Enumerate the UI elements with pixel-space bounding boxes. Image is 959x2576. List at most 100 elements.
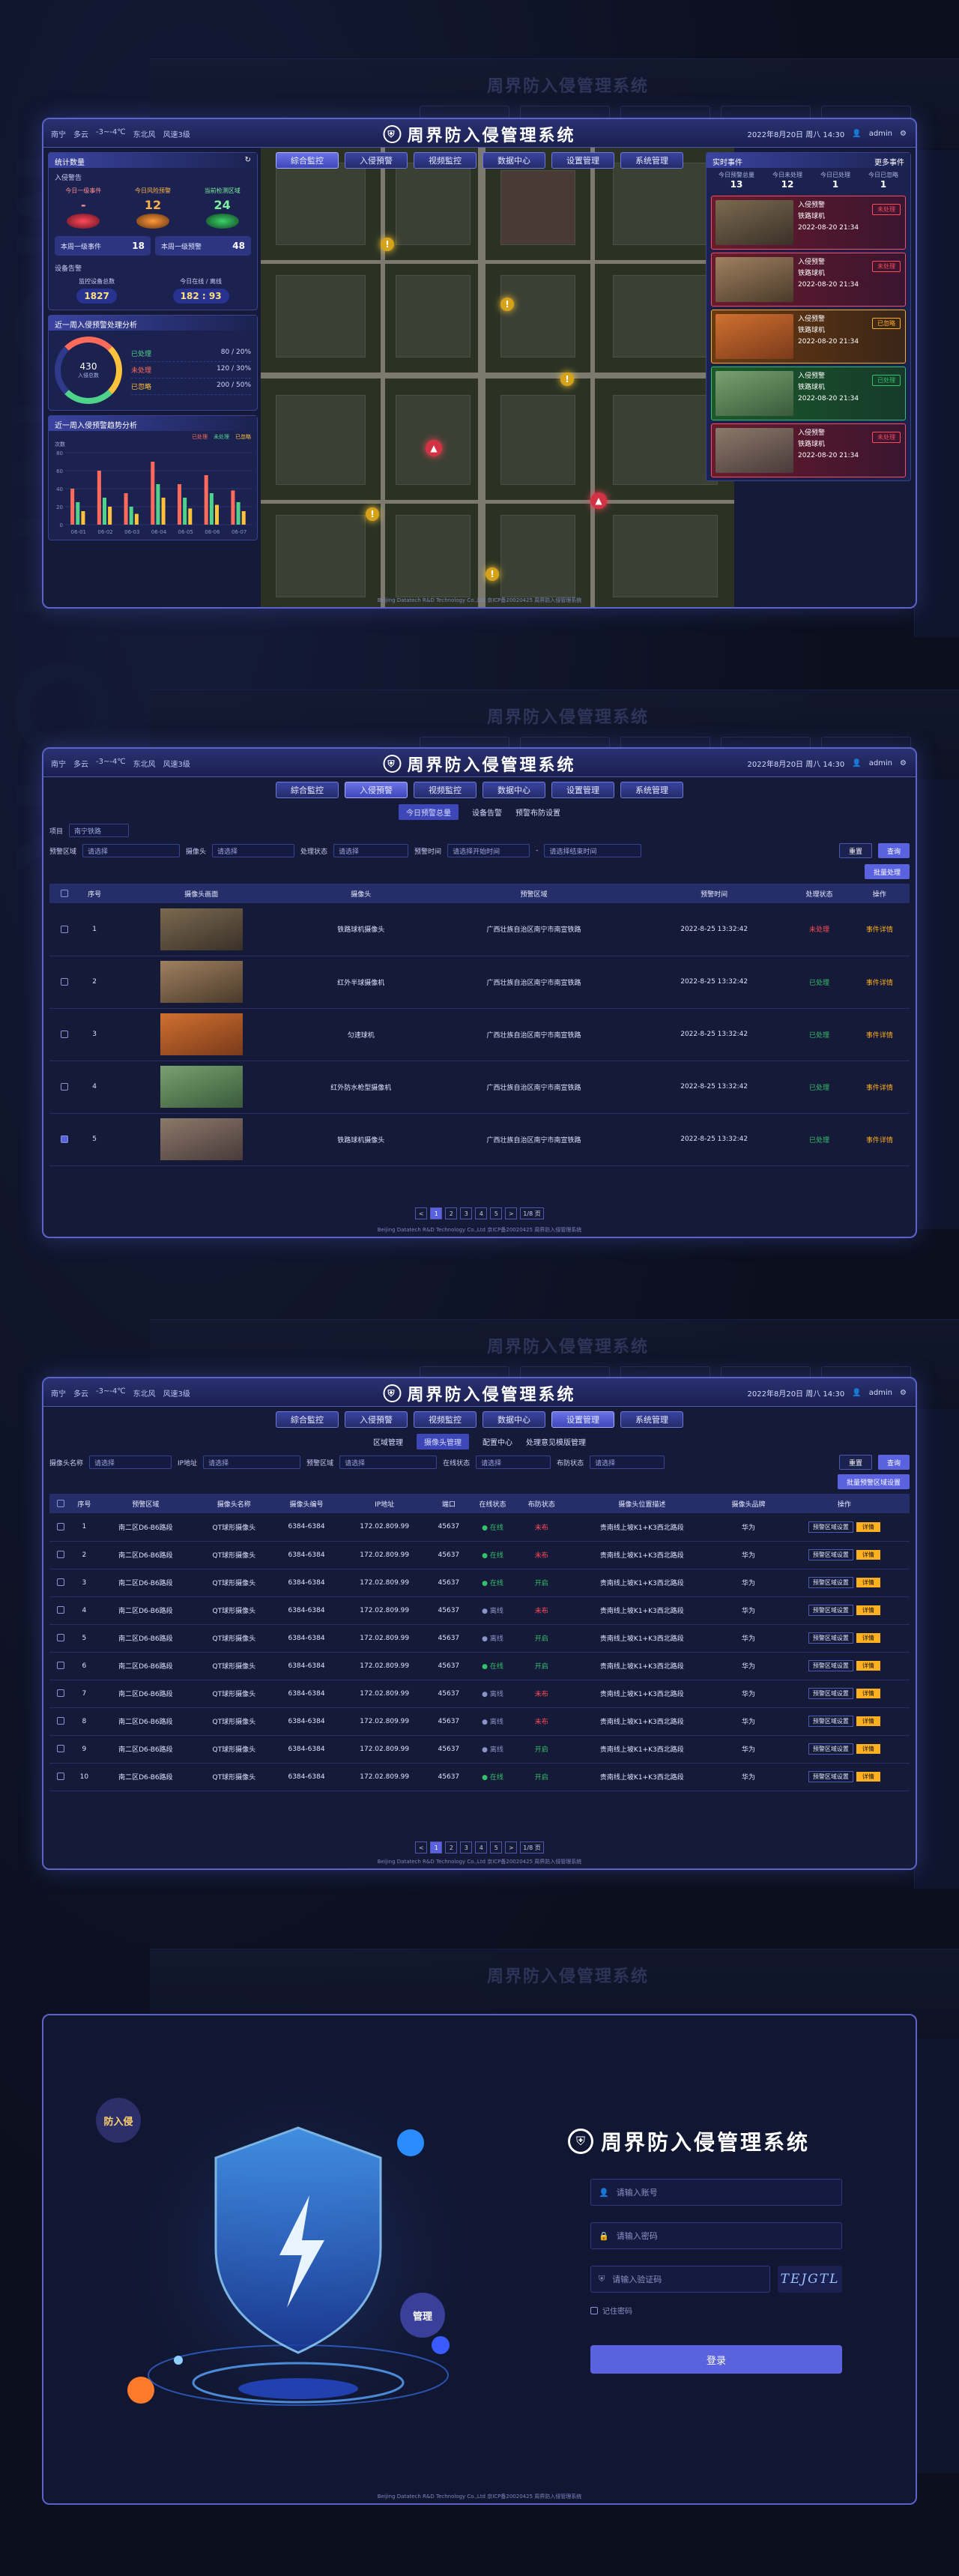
nav-intrusion[interactable]: 入侵預警 <box>345 1411 408 1428</box>
page-item[interactable]: 1 <box>430 1841 443 1853</box>
page-item[interactable]: 2 <box>445 1207 458 1219</box>
ip-select[interactable]: 请选择 <box>203 1456 301 1469</box>
area-setting-button[interactable]: 预警区域设置 <box>808 1549 853 1560</box>
alarm-area[interactable]: 当前检测区域 24 <box>205 187 240 229</box>
detail-button[interactable]: 详情 <box>856 1689 880 1698</box>
user-name[interactable]: admin <box>869 759 892 767</box>
row-checkbox[interactable] <box>61 925 68 933</box>
camera-pin-icon[interactable]: ! <box>485 567 499 581</box>
nav-settings[interactable]: 设置管理 <box>551 152 614 169</box>
camera-thumbnail[interactable] <box>160 1013 243 1055</box>
nav-video[interactable]: 视频監控 <box>414 152 477 169</box>
remember-checkbox[interactable] <box>590 2306 598 2314</box>
row-checkbox[interactable] <box>57 1551 64 1559</box>
tab-camera[interactable]: 摄像头管理 <box>417 1433 469 1450</box>
status-select[interactable]: 请选择 <box>333 844 409 857</box>
page-item[interactable]: 5 <box>490 1841 503 1853</box>
page-item[interactable]: 5 <box>490 1207 503 1219</box>
camera-thumbnail[interactable] <box>160 1118 243 1160</box>
area-setting-button[interactable]: 预警区域设置 <box>808 1660 853 1671</box>
query-button[interactable]: 查询 <box>877 1455 910 1470</box>
nav-overview[interactable]: 綜合監控 <box>276 152 339 169</box>
detail-button[interactable]: 详情 <box>856 1716 880 1726</box>
login-button[interactable]: 登录 <box>590 2345 842 2374</box>
camera-pin-icon[interactable]: ! <box>560 372 574 386</box>
event-detail-link[interactable]: 事件详情 <box>849 1113 910 1166</box>
row-checkbox[interactable] <box>57 1689 64 1698</box>
captcha-input[interactable]: ⛨ 请输入验证码 <box>590 2266 770 2293</box>
nav-data[interactable]: 数据中心 <box>482 782 545 798</box>
event-card[interactable]: 入侵预警 铁路球机 2022-08-20 21:34 已处理 <box>711 367 906 420</box>
week-warning[interactable]: 本周一级预警 48 <box>155 236 251 256</box>
event-detail-link[interactable]: 事件详情 <box>849 1061 910 1114</box>
tab-area[interactable]: 区域管理 <box>373 1436 403 1447</box>
event-card[interactable]: 入侵预警 铁路球机 2022-08-20 21:34 未处理 <box>711 196 906 250</box>
area-setting-button[interactable]: 预警区域设置 <box>808 1771 853 1782</box>
tab-arm-settings[interactable]: 预警布防设置 <box>515 806 560 818</box>
table-row[interactable]: 4 南二区D6-B6路段 QT球形摄像头 6384-6384 172.02.809.99… <box>49 1596 910 1625</box>
event-detail-link[interactable]: 事件详情 <box>849 903 910 956</box>
table-row[interactable]: 3 匀速球机 广西壮族自治区南宁市南宣铁路 2022-8-25 13:32:42… <box>49 1008 910 1061</box>
end-time-input[interactable]: 请选择结束时间 <box>544 844 642 857</box>
user-name[interactable]: admin <box>869 130 892 138</box>
nav-data[interactable]: 数据中心 <box>482 152 545 169</box>
query-button[interactable]: 查询 <box>877 843 910 858</box>
nav-system[interactable]: 系统管理 <box>620 152 683 169</box>
detail-button[interactable]: 详情 <box>856 1633 880 1643</box>
page-item[interactable]: > <box>505 1841 518 1853</box>
table-row[interactable]: 2 红外半球摄像机 广西壮族自治区南宁市南宣铁路 2022-8-25 13:32… <box>49 956 910 1009</box>
page-item[interactable]: 3 <box>460 1207 473 1219</box>
page-item[interactable]: 4 <box>475 1207 488 1219</box>
table-row[interactable]: 6 南二区D6-B6路段 QT球形摄像头 6384-6384 172.02.809.99… <box>49 1652 910 1680</box>
row-checkbox[interactable] <box>61 1082 68 1091</box>
row-checkbox[interactable] <box>57 1717 64 1725</box>
camera-pin-icon[interactable]: ! <box>366 507 379 521</box>
table-row[interactable]: 1 铁路球机摄像头 广西壮族自治区南宁市南宣铁路 2022-8-25 13:32… <box>49 903 910 956</box>
week-event[interactable]: 本周一级事件 18 <box>55 236 151 256</box>
row-checkbox[interactable] <box>57 1773 64 1781</box>
area-select[interactable]: 请选择 <box>339 1456 438 1469</box>
settings-icon[interactable]: ⚙ <box>900 759 907 767</box>
settings-icon[interactable]: ⚙ <box>900 130 907 138</box>
alarm-today[interactable]: 今日一级事件 - <box>65 187 101 229</box>
nav-intrusion[interactable]: 入侵預警 <box>345 152 408 169</box>
page-item[interactable]: < <box>415 1841 428 1853</box>
row-checkbox[interactable] <box>57 1606 64 1614</box>
nav-overview[interactable]: 綜合監控 <box>276 1411 339 1428</box>
page-item[interactable]: 4 <box>475 1841 488 1853</box>
nav-video[interactable]: 视频監控 <box>414 782 477 798</box>
project-select[interactable]: 南宁铁路 <box>69 824 130 837</box>
tab-template[interactable]: 处理意见模版管理 <box>526 1436 586 1447</box>
detail-button[interactable]: 详情 <box>856 1605 880 1615</box>
more-events-link[interactable]: 更多事件 <box>874 156 904 167</box>
batch-process-button[interactable]: 批量处理 <box>864 864 910 879</box>
camera-name-select[interactable]: 请选择 <box>89 1456 172 1469</box>
nav-system[interactable]: 系统管理 <box>620 1411 683 1428</box>
area-setting-button[interactable]: 预警区域设置 <box>808 1521 853 1533</box>
table-row[interactable]: 5 铁路球机摄像头 广西壮族自治区南宁市南宣铁路 2022-8-25 13:32… <box>49 1113 910 1166</box>
camera-pin-icon[interactable]: ! <box>500 298 514 311</box>
tab-today[interactable]: 今日预警总量 <box>399 803 459 820</box>
alert-pin-icon[interactable]: ▲ <box>426 440 442 456</box>
satellite-map[interactable]: ! ! ! ▲ ▲ ! ! <box>261 148 734 607</box>
page-item[interactable]: 2 <box>445 1841 458 1853</box>
detail-button[interactable]: 详情 <box>856 1550 880 1560</box>
select-all-checkbox[interactable] <box>61 889 68 897</box>
detail-button[interactable]: 详情 <box>856 1772 880 1782</box>
alert-pin-icon[interactable]: ▲ <box>590 492 607 509</box>
username-input[interactable]: 👤 请输入账号 <box>590 2179 842 2206</box>
page-item[interactable]: 1 <box>430 1207 443 1219</box>
captcha-image[interactable]: TEJGTL <box>778 2266 842 2293</box>
camera-select[interactable]: 请选择 <box>212 844 295 857</box>
table-row[interactable]: 5 南二区D6-B6路段 QT球形摄像头 6384-6384 172.02.809.99… <box>49 1624 910 1653</box>
event-detail-link[interactable]: 事件详情 <box>849 956 910 1009</box>
area-setting-button[interactable]: 预警区域设置 <box>808 1743 853 1755</box>
batch-area-button[interactable]: 批量预警区域设置 <box>837 1474 910 1489</box>
camera-thumbnail[interactable] <box>160 908 243 950</box>
detail-button[interactable]: 详情 <box>856 1578 880 1587</box>
table-row[interactable]: 2 南二区D6-B6路段 QT球形摄像头 6384-6384 172.02.809.99… <box>49 1541 910 1569</box>
row-checkbox[interactable] <box>61 1030 68 1038</box>
arm-select[interactable]: 请选择 <box>590 1456 665 1469</box>
tab-device-alarm[interactable]: 设备告警 <box>472 806 502 818</box>
row-checkbox[interactable] <box>57 1662 64 1670</box>
